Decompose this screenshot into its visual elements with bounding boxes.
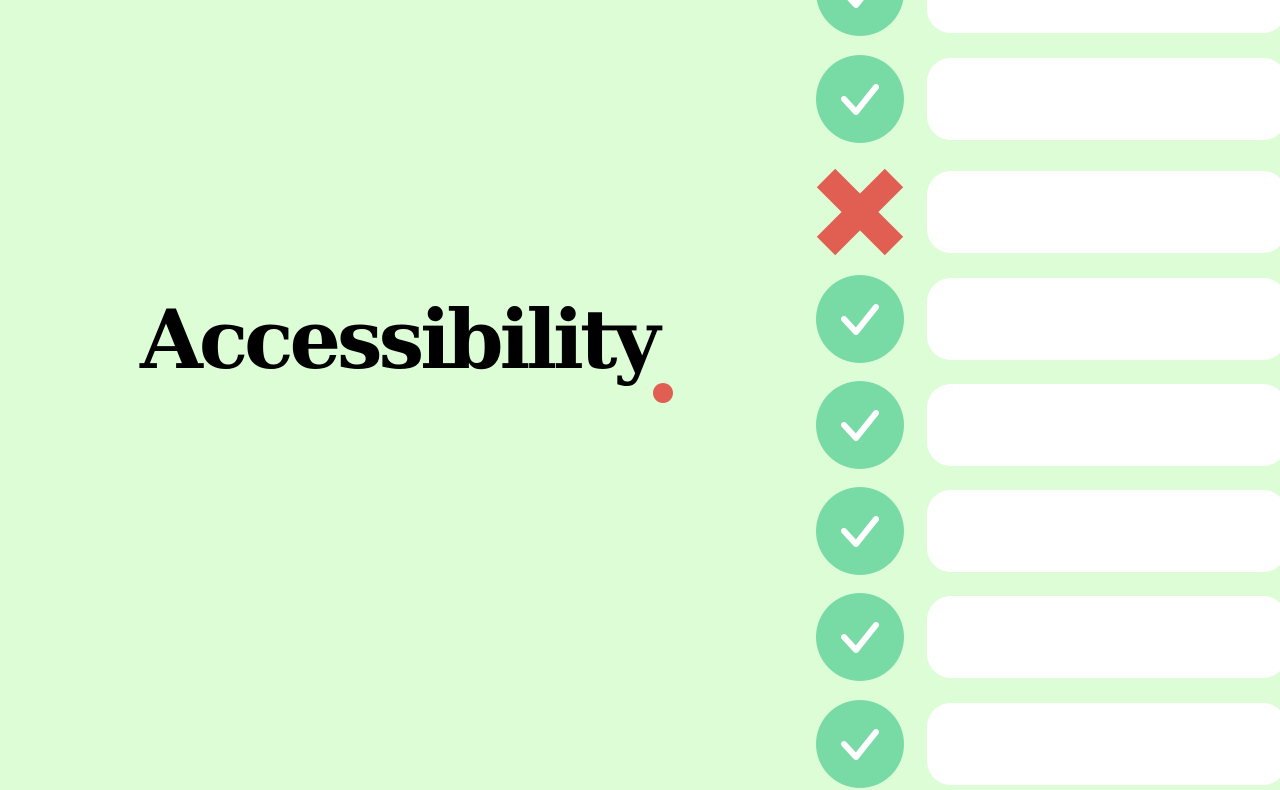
checklist-item-field[interactable] (927, 278, 1280, 360)
checklist-item[interactable] (812, 381, 1280, 471)
checklist-item[interactable] (812, 593, 1280, 683)
check-icon (816, 381, 904, 469)
cross-icon (816, 168, 904, 256)
checklist-item-field[interactable] (927, 0, 1280, 33)
check-icon (816, 487, 904, 575)
checklist-item-field[interactable] (927, 703, 1280, 785)
checklist-item[interactable] (812, 700, 1280, 790)
check-icon (816, 593, 904, 681)
headline-accent-dot (653, 383, 673, 403)
checklist-item-field[interactable] (927, 596, 1280, 678)
check-icon (816, 55, 904, 143)
checklist-item-field[interactable] (927, 384, 1280, 466)
checklist-item-field[interactable] (927, 58, 1280, 140)
check-icon (816, 275, 904, 363)
checklist-item[interactable] (812, 0, 1280, 38)
checklist-item[interactable] (812, 55, 1280, 145)
checklist-item[interactable] (812, 487, 1280, 577)
checklist-item-field[interactable] (927, 490, 1280, 572)
headline-text: Accessibility (140, 293, 660, 388)
check-icon (816, 700, 904, 788)
checklist-item[interactable] (812, 168, 1280, 258)
checklist-item-field[interactable] (927, 171, 1280, 253)
headline: Accessibility (140, 300, 740, 420)
checklist-item[interactable] (812, 275, 1280, 365)
check-icon (816, 0, 904, 36)
